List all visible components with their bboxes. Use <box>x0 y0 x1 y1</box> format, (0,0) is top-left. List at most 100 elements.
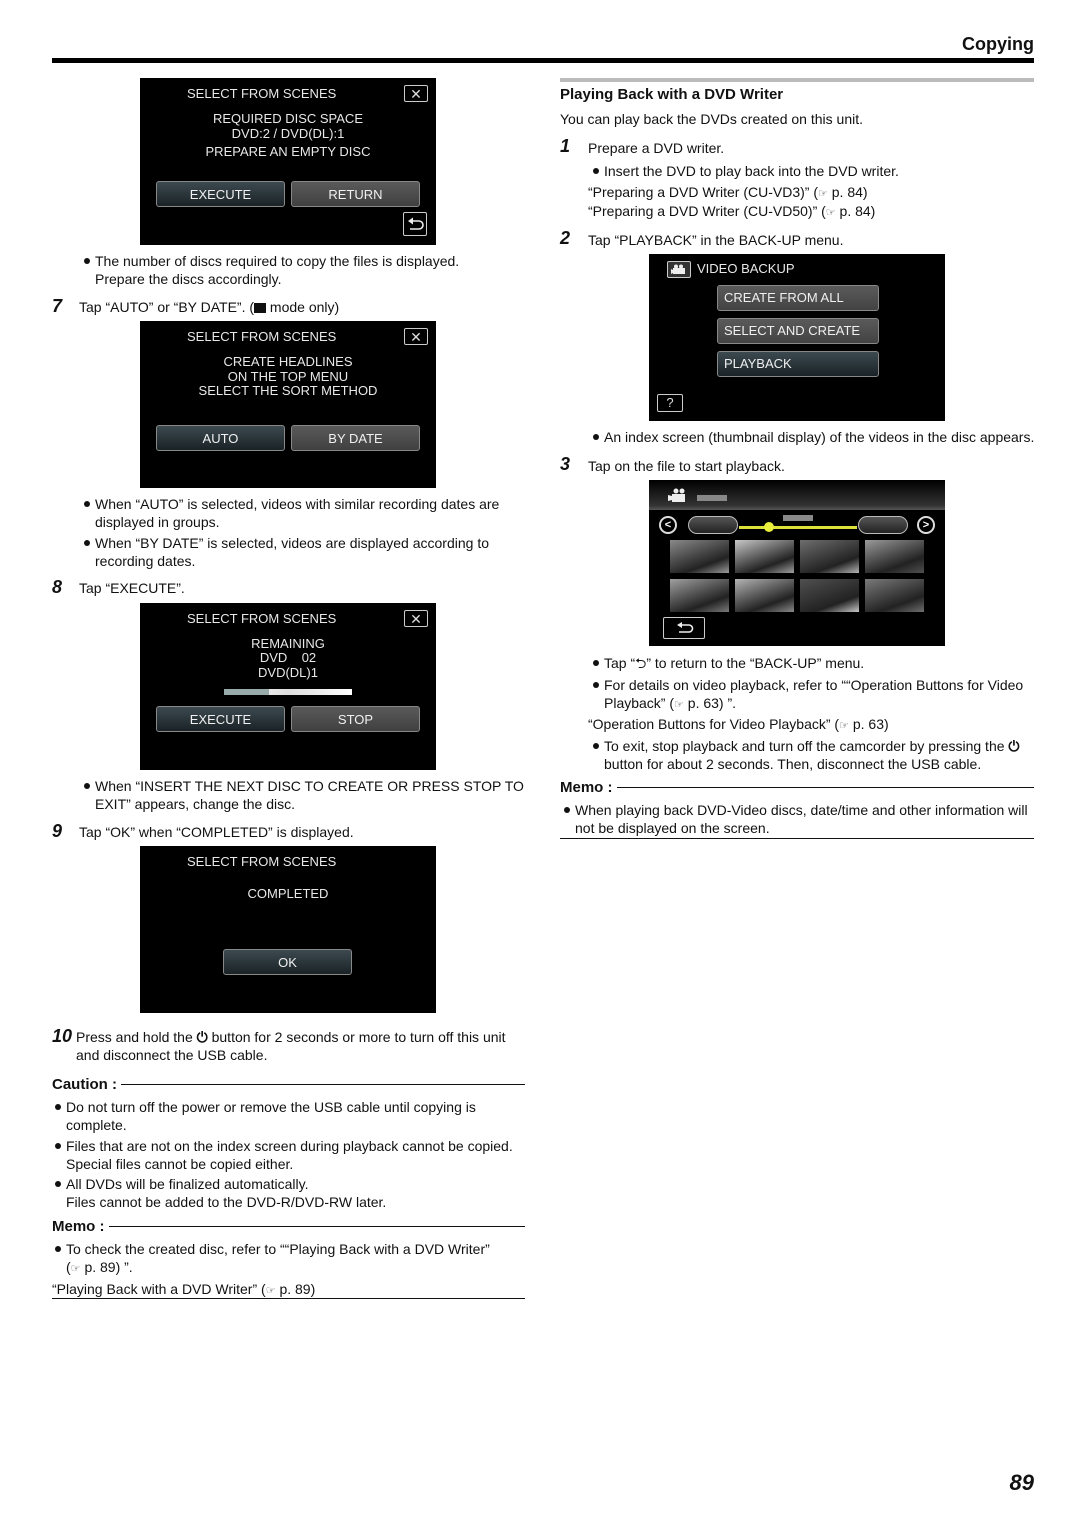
memo-item: When playing back DVD-Video discs, date/… <box>564 801 1028 837</box>
video-thumbnail[interactable] <box>735 540 794 573</box>
blurred-label <box>697 495 727 501</box>
close-icon[interactable]: ✕ <box>404 85 428 102</box>
next-icon[interactable]: > <box>917 516 935 534</box>
next-group-button[interactable] <box>858 516 908 534</box>
help-button[interactable]: ? <box>657 394 683 412</box>
step8-text: Tap “EXECUTE”. <box>79 580 185 596</box>
screen-remaining: SELECT FROM SCENES ✕ REMAINING DVD 02 DV… <box>140 603 436 770</box>
text-line: When “INSERT THE NEXT DISC TO CREATE OR … <box>95 778 524 794</box>
text-line: button for about 2 seconds. Then, discon… <box>604 756 982 772</box>
video-thumbnail[interactable] <box>865 540 924 573</box>
bullet-details: For details on video playback, refer to … <box>592 676 1023 714</box>
timeline-slider[interactable] <box>739 526 857 529</box>
screen-completed: SELECT FROM SCENES COMPLETED OK <box>140 846 436 1013</box>
reference-icon: ☞ <box>265 1285 276 1297</box>
link-playing-back[interactable]: “Playing Back with a DVD Writer” (☞ p. 8… <box>52 1280 315 1300</box>
text: p. 84) <box>831 184 868 200</box>
step2-text: Tap “PLAYBACK” in the BACK-UP menu. <box>588 232 844 248</box>
step9-text: Tap “OK” when “COMPLETED” is displayed. <box>79 824 354 840</box>
close-icon[interactable]: ✕ <box>404 328 428 345</box>
reference-icon: ☞ <box>825 207 836 219</box>
screen-line: SELECT THE SORT METHOD <box>198 383 378 398</box>
create-from-all-button[interactable]: CREATE FROM ALL <box>717 285 879 311</box>
text-line: complete. <box>66 1117 127 1133</box>
screen-line: DVD 02 <box>259 650 317 665</box>
by-date-button[interactable]: BY DATE <box>291 425 420 451</box>
progress-fill <box>224 689 269 695</box>
text: p. 89) <box>279 1281 316 1297</box>
memo-item: To check the created disc, refer to ““Pl… <box>55 1240 490 1278</box>
execute-button[interactable]: EXECUTE <box>156 181 285 207</box>
reference-icon: ☞ <box>70 1263 81 1275</box>
link-cu-vd3[interactable]: “Preparing a DVD Writer (CU-VD3)” (☞ p. … <box>588 183 868 203</box>
video-thumbnail[interactable] <box>865 579 924 612</box>
text-line: All DVDs will be finalized automatically… <box>66 1176 309 1192</box>
caution-heading: Caution : <box>52 1076 121 1093</box>
note-discs: The number of discs required to copy the… <box>83 252 459 288</box>
execute-button[interactable]: EXECUTE <box>156 706 285 732</box>
bullet-exit: To exit, stop playback and turn off the … <box>593 737 1020 773</box>
text: p. 63) <box>852 716 889 732</box>
bullet-tap-back: Tap “⮌” to return to the “BACK-UP” menu. <box>592 654 864 672</box>
screen-line: REMAINING <box>251 636 325 651</box>
text-line: When “AUTO” is selected, videos with sim… <box>95 496 500 512</box>
step-number: 1 <box>560 136 571 156</box>
previous-group-button[interactable] <box>688 516 738 534</box>
screen-title: SELECT FROM SCENES <box>187 854 337 869</box>
bullet-auto: When “AUTO” is selected, videos with sim… <box>83 495 500 531</box>
slider-handle[interactable] <box>764 522 774 532</box>
video-thumbnail[interactable] <box>800 540 859 573</box>
video-thumbnail[interactable] <box>670 579 729 612</box>
progress-bar <box>224 689 352 695</box>
memo-heading: Memo : <box>560 779 617 796</box>
text: mode only) <box>266 299 340 315</box>
return-arrow-icon[interactable] <box>663 617 705 639</box>
text-line: Files that are not on the index screen d… <box>66 1138 513 1154</box>
header-rule <box>52 58 1034 63</box>
screen-title: SELECT FROM SCENES <box>187 329 337 344</box>
screen-sort-method: SELECT FROM SCENES ✕ CREATE HEADLINES ON… <box>140 321 436 488</box>
text: “Preparing a DVD Writer (CU-VD50)” ( <box>588 203 826 219</box>
text: “Preparing a DVD Writer (CU-VD3)” ( <box>588 184 818 200</box>
close-icon[interactable]: ✕ <box>404 610 428 627</box>
return-arrow-icon[interactable] <box>403 212 427 236</box>
video-thumbnail[interactable] <box>800 579 859 612</box>
text-line: Do not turn off the power or remove the … <box>66 1099 476 1115</box>
text: “Playing Back with a DVD Writer” ( <box>52 1281 266 1297</box>
previous-icon[interactable]: < <box>659 516 677 534</box>
text-line: (☞ p. 89) ”. <box>66 1259 133 1275</box>
section-title: Copying <box>962 34 1034 54</box>
video-thumbnail[interactable] <box>670 540 729 573</box>
bullet-by-date: When “BY DATE” is selected, videos are d… <box>83 534 489 570</box>
memo-heading: Memo : <box>52 1218 109 1235</box>
text: Tap “ <box>604 655 636 671</box>
caution-item: Files that are not on the index screen d… <box>55 1137 513 1173</box>
text-line: Prepare the discs accordingly. <box>95 271 282 287</box>
link-cu-vd50[interactable]: “Preparing a DVD Writer (CU-VD50)” (☞ p.… <box>588 202 875 222</box>
text: p. 84) <box>839 203 876 219</box>
text: Tap “AUTO” or “BY DATE”. ( <box>79 299 255 315</box>
text-line: displayed in groups. <box>95 514 220 530</box>
screen-line: ON THE TOP MENU <box>227 369 349 384</box>
return-button[interactable]: RETURN <box>291 181 420 207</box>
auto-button[interactable]: AUTO <box>156 425 285 451</box>
step1-text: Prepare a DVD writer. <box>588 140 725 156</box>
playback-button[interactable]: PLAYBACK <box>717 351 879 377</box>
power-icon: ⏻ <box>196 1029 208 1045</box>
stop-button[interactable]: STOP <box>291 706 420 732</box>
intro-text: You can play back the DVDs created on th… <box>560 111 863 127</box>
reference-icon: ☞ <box>818 188 828 200</box>
text-line: To exit, stop playback and turn off the … <box>604 737 1020 755</box>
link-operation-buttons[interactable]: “Operation Buttons for Video Playback” (… <box>588 715 889 735</box>
text-line: not be displayed on the screen. <box>575 820 770 836</box>
ok-button[interactable]: OK <box>223 949 352 975</box>
section-heading: Playing Back with a DVD Writer <box>560 86 784 103</box>
step-number: 3 <box>560 454 571 474</box>
video-thumbnail[interactable] <box>735 579 794 612</box>
text: p. 63) ”. <box>687 695 737 711</box>
blurred-date <box>783 515 813 521</box>
menu-title: VIDEO BACKUP <box>697 261 795 276</box>
caution-item: Do not turn off the power or remove the … <box>55 1098 476 1134</box>
select-and-create-button[interactable]: SELECT AND CREATE <box>717 318 879 344</box>
step-number: 2 <box>560 228 571 248</box>
